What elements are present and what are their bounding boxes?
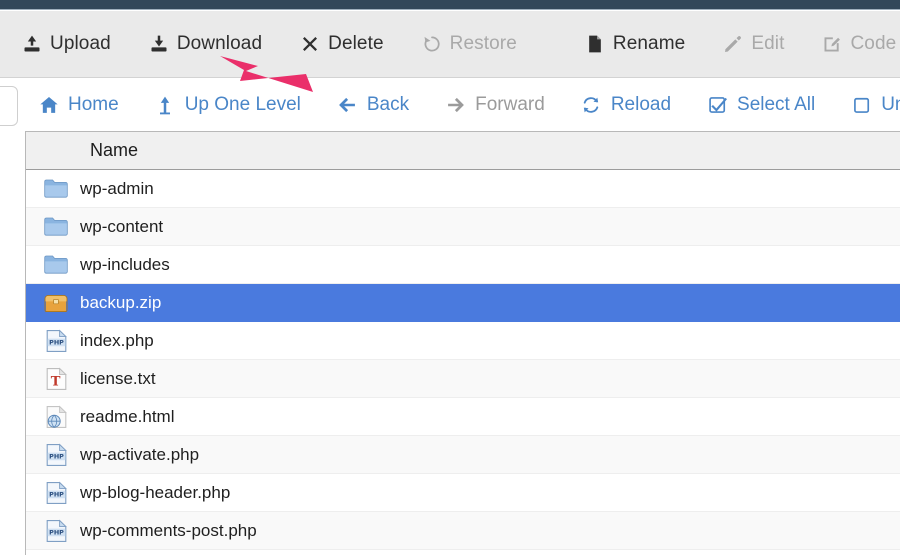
- nav-button-label: Back: [366, 94, 410, 115]
- nav-button-home[interactable]: Home: [38, 94, 119, 116]
- toolbar-button-label: Rename: [612, 33, 686, 54]
- pencil-icon: [723, 34, 743, 54]
- nav-button-label: Reload: [610, 94, 672, 115]
- nav-button-label: Home: [68, 94, 119, 115]
- file-row[interactable]: backup.zip: [26, 284, 900, 322]
- toolbar-button-upload[interactable]: Upload: [22, 33, 111, 55]
- folder-icon: [26, 217, 80, 236]
- toolbar-button-label: Delete: [328, 33, 384, 54]
- nav-button-reload[interactable]: Reload: [581, 94, 671, 116]
- file-row[interactable]: PHP wp-comments-post.php: [26, 512, 900, 550]
- file-name: license.txt: [80, 368, 156, 388]
- toolbar-button-label: Upload: [50, 33, 111, 54]
- unchecked-box-icon: [851, 95, 872, 116]
- file-row[interactable]: Tlicense.txt: [26, 360, 900, 398]
- file-name: wp-activate.php: [80, 444, 200, 464]
- file-name: wp-admin: [80, 178, 154, 198]
- toolbar-button-code-editor: Code Editor: [822, 33, 900, 55]
- file-row[interactable]: wp-content: [26, 208, 900, 246]
- nav-button-up-one-level[interactable]: Up One Level: [155, 94, 301, 116]
- code-editor-icon: [822, 34, 842, 54]
- upload-icon: [22, 34, 42, 54]
- nav-button-unselect-all[interactable]: Unselect All: [851, 94, 900, 116]
- download-icon: [149, 34, 169, 54]
- file-name: wp-content: [80, 216, 164, 236]
- arrow-right-icon: [445, 95, 466, 116]
- file-name: wp-blog-header.php: [80, 482, 231, 502]
- file-row[interactable]: PHP index.php: [26, 322, 900, 360]
- file-name: index.php: [80, 330, 154, 350]
- php-icon: PHP: [26, 519, 80, 543]
- file-icon: [585, 34, 605, 54]
- nav-button-label: Up One Level: [184, 94, 301, 115]
- svg-text:PHP: PHP: [49, 338, 64, 346]
- svg-text:PHP: PHP: [49, 528, 64, 536]
- file-row[interactable]: wp-admin: [26, 170, 900, 208]
- text-icon: T: [26, 367, 80, 391]
- nav-button-label: Forward: [475, 94, 545, 115]
- toolbar-button-label: Restore: [449, 33, 517, 54]
- svg-text:PHP: PHP: [49, 452, 64, 460]
- php-icon: PHP: [26, 481, 80, 505]
- nav-button-label: Unselect All: [881, 94, 900, 115]
- file-row[interactable]: PHP wp-blog-header.php: [26, 474, 900, 512]
- folder-icon: [26, 255, 80, 274]
- nav-items: Home Up One Level Back Forward Reload Select …: [0, 94, 900, 116]
- nav-button-forward: Forward: [445, 94, 545, 116]
- html-icon: [26, 405, 80, 429]
- column-header-name[interactable]: Name: [26, 140, 138, 161]
- file-row[interactable]: wp-includes: [26, 246, 900, 284]
- delete-x-icon: [300, 34, 320, 54]
- file-row[interactable]: readme.html: [26, 398, 900, 436]
- home-icon: [38, 95, 59, 116]
- archive-icon: [26, 293, 80, 313]
- action-toolbar: Upload Download Delete Restore Rename Edit Cod…: [0, 11, 900, 78]
- up-level-icon: [155, 95, 176, 116]
- toolbar-button-edit: Edit: [723, 33, 784, 55]
- toolbar-button-label: Download: [176, 33, 263, 54]
- php-icon: PHP: [26, 329, 80, 353]
- toolbar-button-rename[interactable]: Rename: [585, 33, 685, 55]
- toolbar-button-download[interactable]: Download: [149, 33, 262, 55]
- restore-icon: [422, 34, 442, 54]
- file-name: wp-comments-post.php: [80, 520, 257, 540]
- file-list-header: Name: [26, 132, 900, 170]
- php-icon: PHP: [26, 443, 80, 467]
- checked-box-icon: [707, 95, 728, 116]
- file-list-panel: Name wp-admin wp-content wp-includes backup…: [25, 131, 900, 555]
- toolbar-button-restore: Restore: [422, 33, 517, 55]
- navigation-toolbar: Home Up One Level Back Forward Reload Select …: [0, 79, 900, 131]
- nav-left-control[interactable]: [0, 86, 18, 126]
- file-manager-window: Upload Download Delete Restore Rename Edit Cod…: [0, 0, 900, 555]
- toolbar-button-delete[interactable]: Delete: [300, 33, 384, 55]
- toolbar-button-label: Code Editor: [850, 33, 900, 54]
- svg-text:T: T: [50, 374, 60, 389]
- nav-button-back[interactable]: Back: [337, 94, 409, 116]
- title-bar: [0, 0, 900, 10]
- file-name: backup.zip: [80, 292, 162, 312]
- file-name: readme.html: [80, 406, 175, 426]
- folder-icon: [26, 179, 80, 198]
- file-row[interactable]: PHP wp-activate.php: [26, 436, 900, 474]
- svg-text:PHP: PHP: [49, 490, 64, 498]
- toolbar-button-label: Edit: [751, 33, 785, 54]
- nav-button-label: Select All: [737, 94, 816, 115]
- arrow-left-icon: [337, 95, 358, 116]
- reload-icon: [581, 95, 602, 116]
- file-list-body: wp-admin wp-content wp-includes backup.zip P…: [26, 170, 900, 550]
- file-name: wp-includes: [80, 254, 170, 274]
- nav-button-select-all[interactable]: Select All: [707, 94, 815, 116]
